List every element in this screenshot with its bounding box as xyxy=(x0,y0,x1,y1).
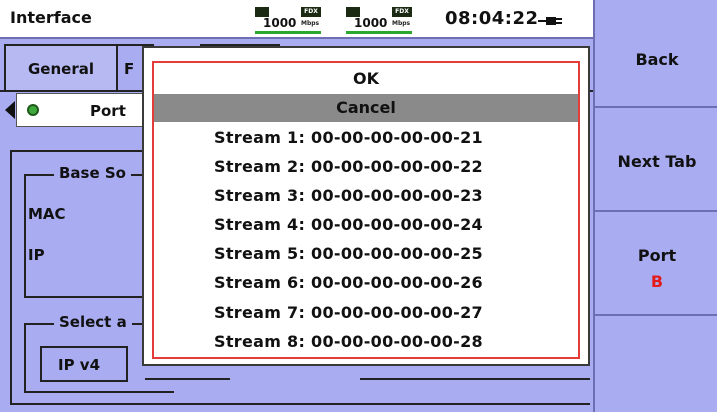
status-bar: Interface FDX 1000 Mbps FDX 1000 Mbps 08… xyxy=(0,0,593,39)
clock: 08:04:22 xyxy=(445,8,539,29)
tab-general[interactable]: General xyxy=(4,44,118,90)
next-tab-button-label: Next Tab xyxy=(617,152,697,171)
link-bar xyxy=(346,31,412,34)
left-arrow-icon[interactable] xyxy=(5,101,15,119)
link-speed: 1000 xyxy=(354,16,388,30)
power-plug-icon xyxy=(538,17,562,25)
port-button-label: Port xyxy=(637,246,677,265)
base-group-label: Base So xyxy=(54,164,131,182)
ip-label: IP xyxy=(28,246,45,264)
duplex-badge: FDX xyxy=(392,7,412,17)
stream-option[interactable]: Stream 8: 00-00-00-00-00-28 xyxy=(154,328,578,356)
empty-softkey[interactable] xyxy=(595,316,717,412)
stream-option[interactable]: Stream 3: 00-00-00-00-00-23 xyxy=(154,182,578,210)
link-bar xyxy=(255,31,321,34)
link-unit: Mbps xyxy=(301,20,320,27)
softkey-sidebar: Back Next Tab Port B xyxy=(593,0,717,412)
mac-label: MAC xyxy=(28,205,66,223)
dropdown-list: OK Cancel Stream 1: 00-00-00-00-00-21 St… xyxy=(152,61,580,359)
stream-option[interactable]: Stream 4: 00-00-00-00-00-24 xyxy=(154,211,578,239)
stream-dropdown: OK Cancel Stream 1: 00-00-00-00-00-21 St… xyxy=(142,46,590,366)
ipv4-button[interactable]: IP v4 xyxy=(40,346,128,382)
port-button-value: B xyxy=(650,272,664,291)
duplex-badge: FDX xyxy=(301,7,321,17)
stream-option[interactable]: Stream 2: 00-00-00-00-00-22 xyxy=(154,153,578,181)
ok-option[interactable]: OK xyxy=(154,65,578,93)
next-tab-button[interactable]: Next Tab xyxy=(595,108,717,212)
back-button-label: Back xyxy=(635,50,679,69)
link-status-2: FDX 1000 Mbps xyxy=(346,7,414,35)
back-button[interactable]: Back xyxy=(595,0,717,108)
port-selector-label: Port xyxy=(90,102,126,120)
ipv4-button-label: IP v4 xyxy=(58,356,101,374)
stream-option[interactable]: Stream 1: 00-00-00-00-00-21 xyxy=(154,124,578,152)
tab-label: F xyxy=(124,60,135,78)
link-unit: Mbps xyxy=(392,20,411,27)
stream-option[interactable]: Stream 6: 00-00-00-00-00-26 xyxy=(154,269,578,297)
stream-option[interactable]: Stream 7: 00-00-00-00-00-27 xyxy=(154,299,578,327)
select-group-label: Select a xyxy=(54,313,132,331)
stream-option[interactable]: Stream 5: 00-00-00-00-00-25 xyxy=(154,240,578,268)
field-underline xyxy=(360,378,590,380)
link-status-1: FDX 1000 Mbps xyxy=(255,7,323,35)
window-title: Interface xyxy=(10,8,92,27)
status-led-icon xyxy=(27,104,39,116)
tab-label: General xyxy=(28,60,94,78)
field-underline xyxy=(145,378,230,380)
cancel-option[interactable]: Cancel xyxy=(154,94,578,122)
link-speed: 1000 xyxy=(263,16,297,30)
port-button[interactable]: Port B xyxy=(595,212,717,316)
